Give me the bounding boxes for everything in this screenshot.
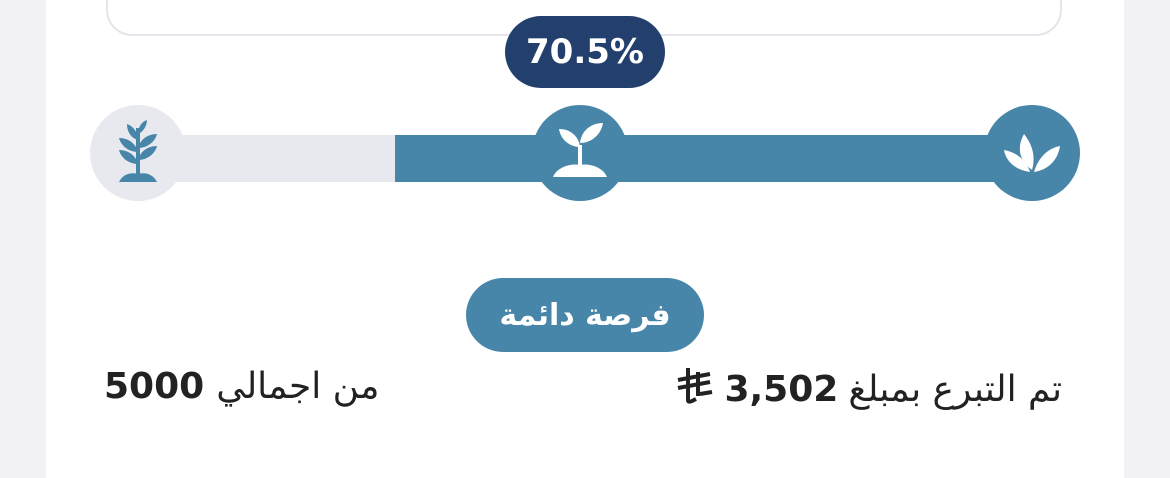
progress-percent-badge: 70.5% (505, 16, 665, 88)
donated-label: تم التبرع بمبلغ (848, 369, 1062, 410)
donated-value: 3,502 (724, 369, 839, 410)
plant-icon (113, 118, 163, 188)
leaves-icon (1002, 126, 1062, 180)
stage-middle (532, 105, 628, 201)
total-amount: من اجمالي 5000 (104, 366, 379, 407)
stage-start (984, 105, 1080, 201)
total-label: من اجمالي (216, 366, 380, 407)
stage-end (90, 105, 186, 201)
sprout-icon (549, 121, 611, 185)
total-value: 5000 (104, 366, 205, 407)
progress-fill (395, 135, 1030, 182)
donated-amount: تم التبرع بمبلغ 3,502 (674, 366, 1062, 413)
riyal-icon (674, 366, 714, 413)
permanent-opportunity-tag[interactable]: فرصة دائمة (466, 278, 704, 352)
